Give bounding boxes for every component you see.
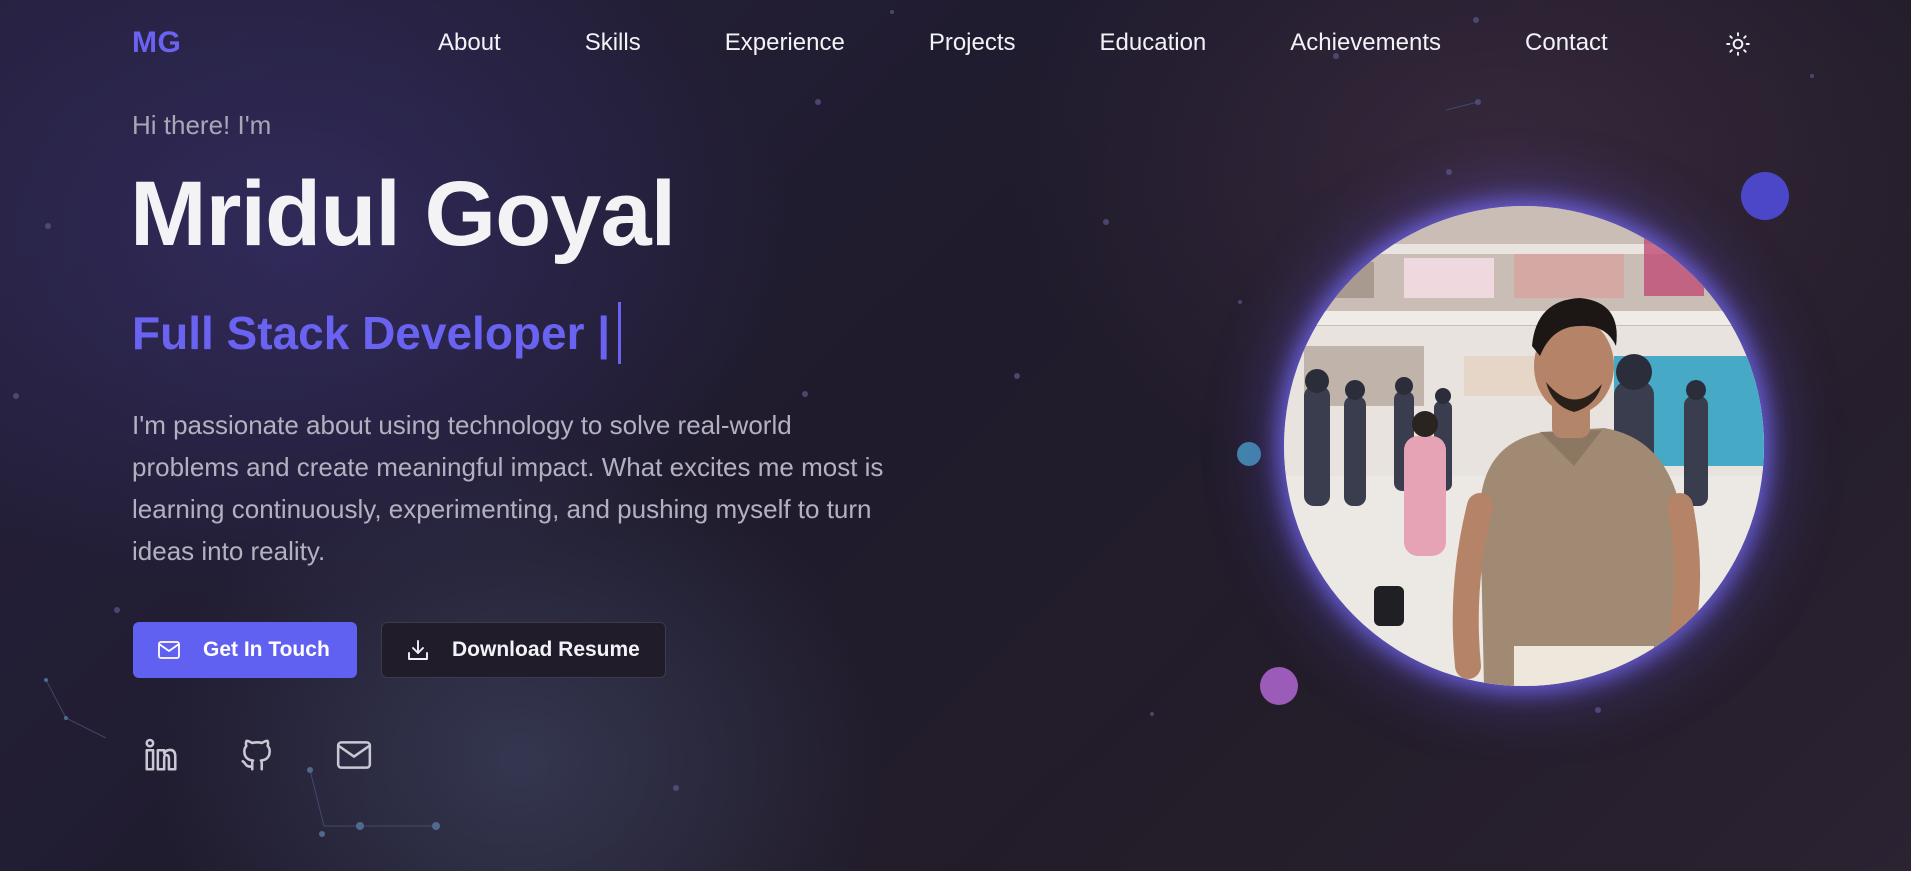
decorative-dot-teal: [1237, 442, 1261, 466]
nav-link-skills[interactable]: Skills: [585, 29, 641, 57]
hero-name: Mridul Goyal: [130, 163, 676, 265]
get-in-touch-label: Get In Touch: [203, 638, 330, 661]
hero-greeting: Hi there! I'm: [132, 110, 272, 140]
download-resume-label: Download Resume: [452, 638, 640, 661]
sun-icon: [1726, 32, 1750, 56]
nav-link-projects[interactable]: Projects: [929, 29, 1016, 57]
download-icon: [408, 640, 428, 660]
get-in-touch-button[interactable]: Get In Touch: [133, 622, 357, 678]
nav-link-achievements[interactable]: Achievements: [1290, 29, 1441, 57]
profile-photo: [1284, 206, 1764, 686]
nav-link-experience[interactable]: Experience: [725, 29, 845, 57]
theme-toggle-button[interactable]: [1725, 31, 1751, 57]
hero-bio: I'm passionate about using technology to…: [132, 410, 884, 566]
github-link[interactable]: [238, 736, 278, 776]
typing-cursor: [618, 302, 622, 364]
mail-icon: [158, 641, 180, 659]
hero-role-text: Full Stack Developer |: [132, 307, 611, 359]
profile-photo-illustration: [1284, 206, 1764, 686]
nav-link-contact[interactable]: Contact: [1525, 29, 1608, 57]
github-icon: [241, 739, 271, 771]
mail-icon: [336, 741, 372, 769]
nav-links: About Skills Experience Projects Educati…: [438, 29, 1692, 57]
decorative-dot-indigo: [1741, 172, 1789, 220]
email-link[interactable]: [335, 736, 375, 776]
site-logo[interactable]: MG: [132, 26, 181, 60]
decorative-dot-purple: [1260, 667, 1298, 705]
linkedin-link[interactable]: [142, 736, 182, 776]
top-navigation: MG About Skills Experience Projects Educ…: [0, 0, 1895, 88]
nav-link-about[interactable]: About: [438, 29, 501, 57]
nav-link-education[interactable]: Education: [1100, 29, 1207, 57]
hero-role: Full Stack Developer |: [132, 302, 622, 364]
download-resume-button[interactable]: Download Resume: [381, 622, 666, 678]
linkedin-icon: [145, 738, 177, 771]
